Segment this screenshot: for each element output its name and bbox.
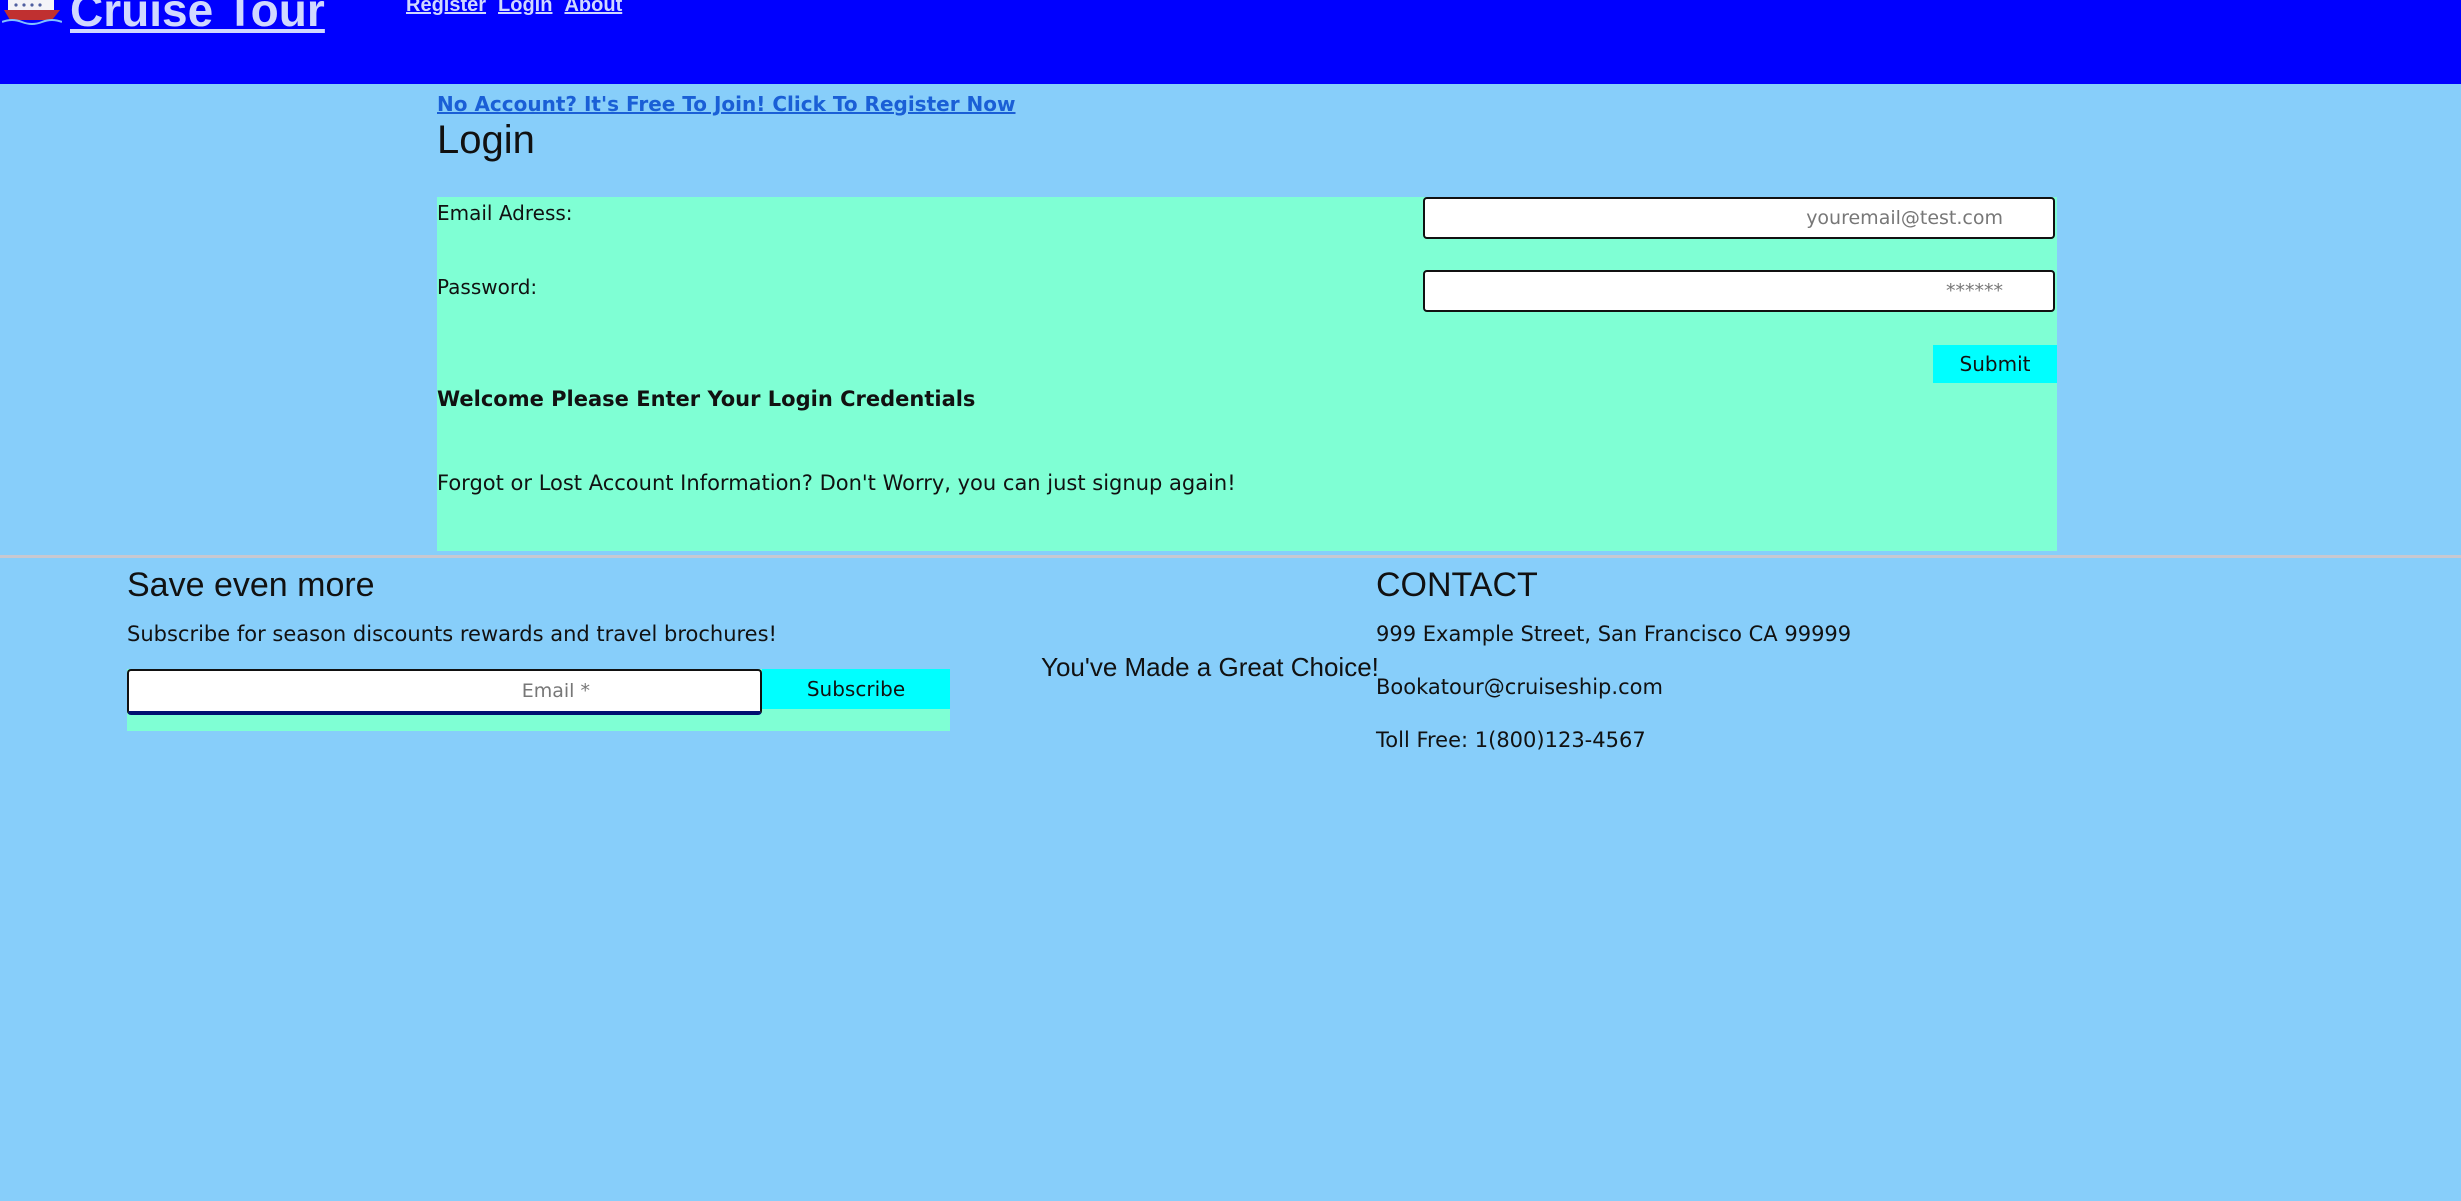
password-field[interactable]: ****** xyxy=(1423,270,2055,312)
contact-address: 999 Example Street, San Francisco CA 999… xyxy=(1376,622,1852,646)
nav-about-link[interactable]: About xyxy=(564,0,622,17)
welcome-message: Welcome Please Enter Your Login Credenti… xyxy=(437,387,976,411)
contact-heading: CONTACT xyxy=(1376,566,1538,604)
top-nav: Register Login About xyxy=(406,0,622,17)
brand-link[interactable]: Cruise Tour xyxy=(2,0,325,40)
contact-phone: Toll Free: 1(800)123-4567 xyxy=(1376,728,1646,752)
register-prompt-link[interactable]: No Account? It's Free To Join! Click To … xyxy=(437,92,1016,116)
footer-divider xyxy=(0,555,2461,558)
page-title: Login xyxy=(437,118,535,162)
subscribe-email-field[interactable]: Email * xyxy=(127,669,762,715)
forgot-account-text: Forgot or Lost Account Information? Don'… xyxy=(437,471,1236,495)
save-heading: Save even more xyxy=(127,566,375,604)
nav-register-link[interactable]: Register xyxy=(406,0,486,17)
login-form: Email Adress: youremail@test.com Passwor… xyxy=(437,197,2057,551)
brand-name: Cruise Tour xyxy=(70,0,325,36)
contact-email: Bookatour@cruiseship.com xyxy=(1376,675,1663,699)
password-label: Password: xyxy=(437,275,538,299)
cruise-ship-icon xyxy=(2,0,62,37)
site-header: Cruise Tour Register Login About xyxy=(0,0,2461,84)
email-field[interactable]: youremail@test.com xyxy=(1423,197,2055,239)
subscribe-form: Email * Subscribe xyxy=(127,669,950,731)
subscribe-button[interactable]: Subscribe xyxy=(762,669,950,709)
save-subtitle: Subscribe for season discounts rewards a… xyxy=(127,622,777,646)
email-label: Email Adress: xyxy=(437,201,573,225)
tagline: You've Made a Great Choice! xyxy=(1041,652,1379,682)
submit-button[interactable]: Submit xyxy=(1933,345,2057,383)
nav-login-link[interactable]: Login xyxy=(498,0,552,17)
